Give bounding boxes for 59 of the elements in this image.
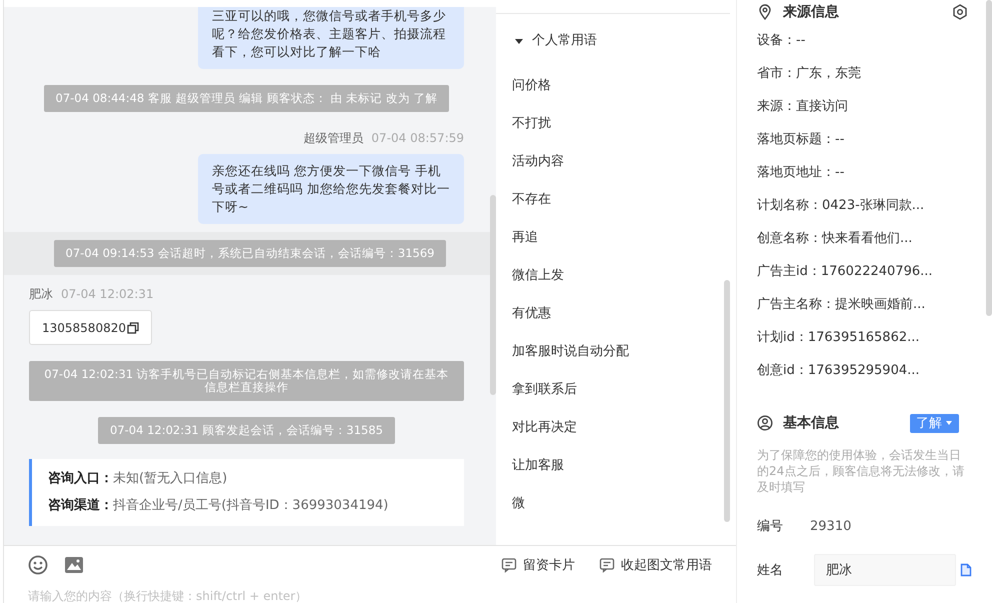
location-icon[interactable] bbox=[757, 4, 773, 20]
info-row-text: 设备：-- bbox=[757, 32, 806, 50]
caret-icon bbox=[945, 419, 953, 427]
image-icon[interactable] bbox=[64, 555, 84, 575]
sender-name: 肥冰 bbox=[29, 286, 53, 302]
field-label: 编号 bbox=[757, 518, 784, 535]
phrase-item[interactable]: 对比再决定 bbox=[496, 409, 736, 447]
info-row-text: 创意id：176395295904... bbox=[757, 362, 921, 380]
phrase-item[interactable]: 加客服时说自动分配 bbox=[496, 333, 736, 371]
phrase-item[interactable]: 有优惠 bbox=[496, 295, 736, 333]
section-title: 基本信息 bbox=[783, 414, 839, 432]
info-row-text: 广告主名称：提米映画婚前... bbox=[757, 296, 926, 314]
info-row-text: 创意名称：快来看看他们... bbox=[757, 230, 914, 248]
info-row-text: 计划名称：0423-张琳同款... bbox=[757, 197, 926, 215]
phrase-item[interactable]: 不存在 bbox=[496, 181, 736, 219]
system-message: 07-04 08:44:48 客服 超级管理员 编辑 顾客状态： 由 未标记 改为 了解 bbox=[44, 85, 450, 112]
scrollbar[interactable] bbox=[986, 0, 992, 316]
comment-icon[interactable] bbox=[501, 557, 517, 573]
comment-icon[interactable] bbox=[599, 557, 615, 573]
info-row-text: 落地页标题：-- bbox=[757, 131, 846, 149]
scrollbar[interactable] bbox=[724, 280, 730, 522]
phrase-item[interactable]: 问价格 bbox=[496, 67, 736, 105]
notice-text: 为了保障您的使用体验，会话发生当日的24点之后，顾客信息将无法修改，请及时填写 bbox=[757, 447, 965, 495]
section-title: 来源信息 bbox=[783, 3, 839, 21]
phrase-item[interactable]: 拿到联系后 bbox=[496, 371, 736, 409]
sender-name: 超级管理员 bbox=[303, 130, 364, 146]
name-field[interactable]: 肥冰 bbox=[814, 554, 956, 586]
info-row-text: 来源：直接访问 bbox=[757, 98, 849, 116]
field-label: 姓名 bbox=[757, 562, 784, 579]
copy-icon[interactable] bbox=[126, 322, 139, 334]
group-title[interactable]: 个人常用语 bbox=[532, 28, 597, 54]
phrase-item[interactable]: 不打扰 bbox=[496, 105, 736, 143]
message-bubble: 三亚可以的哦，您微信号或者手机号多少呢？给您发价格表、主题客片、拍摄流程看下，您可以对比了解一下哈 bbox=[198, 7, 464, 69]
message-bubble: 亲您还在线吗 您方便发一下微信号 手机号或者二维码吗 加您给您先发套餐对比一下呀~ bbox=[198, 154, 464, 224]
phrase-item[interactable]: 活动内容 bbox=[496, 143, 736, 181]
system-message: 07-04 12:02:31 访客手机号已自动标记右侧基本信息栏，如需修改请在基本信息栏直接操作 bbox=[29, 361, 464, 401]
message-time: 07-04 12:02:31 bbox=[61, 286, 154, 302]
user-icon[interactable] bbox=[757, 415, 773, 431]
source-detail: 咨询入口：未知(暂无入口信息) bbox=[48, 470, 228, 488]
info-row-text: 落地页地址：-- bbox=[757, 164, 846, 182]
action-button[interactable]: 收起图文常用语 bbox=[599, 556, 712, 574]
action-button[interactable]: 留资卡片 bbox=[501, 556, 575, 574]
info-row-text: 计划id：176395165862... bbox=[757, 329, 921, 347]
scrollbar[interactable] bbox=[490, 195, 496, 395]
phrase-item[interactable]: 再追 bbox=[496, 219, 736, 257]
caret-icon[interactable] bbox=[514, 36, 524, 46]
field-value: 29310 bbox=[810, 518, 852, 534]
emoji-icon[interactable] bbox=[28, 555, 48, 575]
source-detail: 咨询渠道：抖音企业号/员工号(抖音号ID：36993034194) bbox=[48, 496, 390, 515]
phrase-item[interactable]: 让加客服 bbox=[496, 447, 736, 485]
system-message: 07-04 12:02:31 顾客发起会话，会话编号：31585 bbox=[98, 417, 395, 444]
message-time: 07-04 08:57:59 bbox=[371, 130, 464, 146]
system-message: 07-04 09:14:53 会话超时，系统已自动结束会话，会话编号：31569 bbox=[54, 240, 446, 267]
info-row-text: 省市：广东，东莞 bbox=[757, 65, 862, 83]
phrase-item[interactable]: 微信上发 bbox=[496, 257, 736, 295]
phone-number: 13058580820 bbox=[42, 320, 126, 334]
phrase-item[interactable]: 微 bbox=[496, 485, 736, 523]
settings-icon[interactable] bbox=[952, 4, 968, 20]
info-row-text: 广告主id：176022240796... bbox=[757, 263, 934, 281]
